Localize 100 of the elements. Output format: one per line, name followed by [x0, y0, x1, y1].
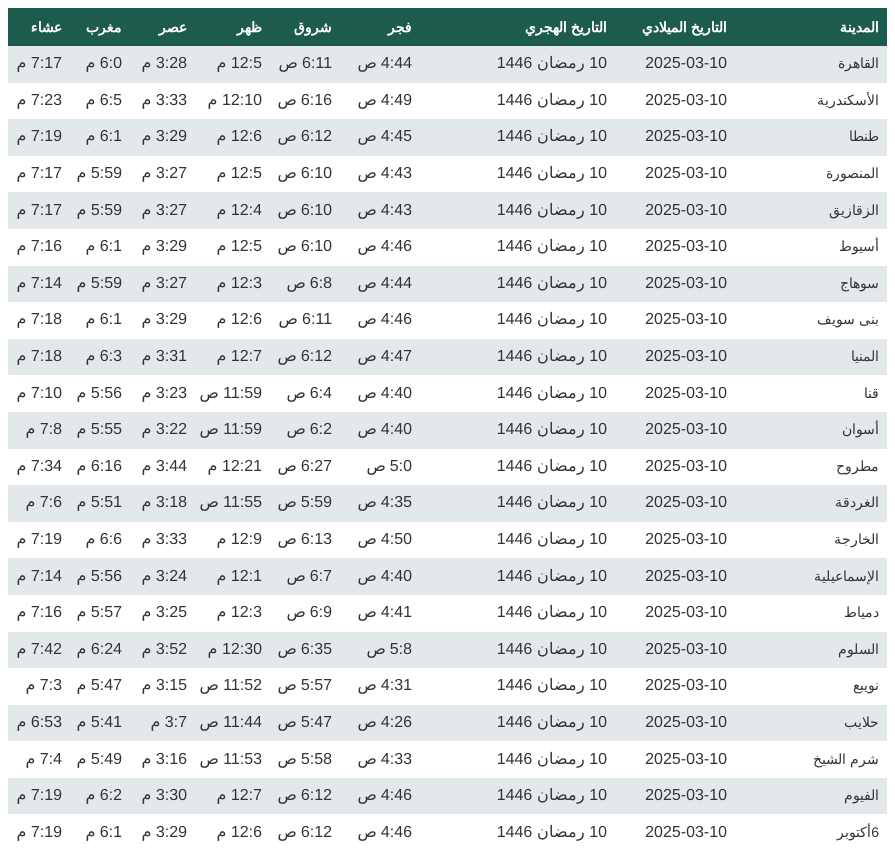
- gregorian-date-cell: 2025-03-10: [645, 274, 727, 292]
- city-cell: بنى سويف: [817, 311, 879, 328]
- time-cell: 4:40 ص: [357, 568, 412, 585]
- time-cell: 6:9 ص: [286, 604, 332, 622]
- time-cell: 12:30 م: [208, 640, 262, 658]
- time-cell: 5:8 ص: [366, 640, 412, 658]
- time-cell: 4:45 ص: [357, 128, 412, 146]
- city-cell: المنصورة: [826, 165, 879, 182]
- time-cell: 3:30 م: [141, 787, 187, 804]
- gregorian-date-cell: 2025-03-10: [645, 604, 727, 622]
- gregorian-date-cell: 2025-03-10: [645, 92, 727, 109]
- city-cell: مطروح: [836, 458, 879, 474]
- city-cell: قنا: [864, 384, 879, 401]
- gregorian-date-cell: 2025-03-10: [645, 202, 727, 219]
- time-cell: 4:43 ص: [357, 165, 412, 182]
- time-cell: 5:59 م: [76, 165, 122, 182]
- city-cell: نويبع: [853, 677, 879, 694]
- city-cell: سوهاج: [840, 274, 879, 291]
- time-cell: 6:12 ص: [277, 128, 332, 146]
- column-header: عشاء: [8, 8, 70, 46]
- time-cell: 12:6 م: [216, 311, 262, 328]
- hijri-date-cell: 10 رمضان 1446: [496, 384, 607, 402]
- time-cell: 4:43 ص: [357, 202, 412, 219]
- time-cell: 11:52 ص: [200, 677, 262, 694]
- time-cell: 5:0 ص: [366, 458, 412, 475]
- time-cell: 7:18 م: [16, 311, 62, 328]
- hijri-date-cell: 10 رمضان 1446: [496, 165, 607, 182]
- time-cell: 5:56 م: [76, 568, 122, 585]
- time-cell: 3:29 م: [141, 128, 187, 146]
- time-cell: 6:16 ص: [277, 92, 332, 109]
- gregorian-date-cell: 2025-03-10: [645, 677, 727, 694]
- time-cell: 3:16 م: [141, 750, 187, 768]
- gregorian-date-cell: 2025-03-10: [645, 494, 727, 512]
- time-cell: 3:25 م: [141, 604, 187, 622]
- time-cell: 5:59 م: [76, 202, 122, 219]
- time-cell: 12:6 م: [216, 824, 262, 841]
- time-cell: 3:28 م: [141, 55, 187, 72]
- time-cell: 5:57 ص: [277, 677, 332, 694]
- column-header: التاريخ الهجري: [420, 8, 615, 46]
- time-cell: 12:4 م: [216, 202, 262, 219]
- time-cell: 4:46 ص: [357, 787, 412, 804]
- city-cell: المنيا: [851, 348, 879, 364]
- time-cell: 12:5 م: [216, 165, 262, 182]
- time-cell: 3:33 م: [141, 92, 187, 109]
- time-cell: 6:10 ص: [277, 238, 332, 256]
- time-cell: 5:47 م: [76, 677, 122, 694]
- hijri-date-cell: 10 رمضان 1446: [496, 494, 607, 512]
- time-cell: 6:35 ص: [277, 640, 332, 658]
- column-header: المدينة: [735, 8, 887, 46]
- city-cell: الإسماعيلية: [814, 568, 879, 584]
- hijri-date-cell: 10 رمضان 1446: [496, 568, 607, 585]
- time-cell: 11:59 ص: [200, 421, 262, 438]
- city-cell: الخارجة: [834, 531, 879, 548]
- time-cell: 4:46 ص: [357, 238, 412, 256]
- time-cell: 7:16 م: [16, 604, 62, 622]
- hijri-date-cell: 10 رمضان 1446: [496, 348, 607, 366]
- time-cell: 6:1 م: [85, 824, 122, 841]
- hijri-date-cell: 10 رمضان 1446: [496, 238, 607, 256]
- time-cell: 7:23 م: [16, 92, 62, 109]
- gregorian-date-cell: 2025-03-10: [645, 311, 727, 328]
- time-cell: 12:3 م: [216, 604, 262, 622]
- time-cell: 11:53 ص: [200, 750, 262, 768]
- time-cell: 6:12 ص: [277, 787, 332, 804]
- city-cell: القاهرة: [838, 55, 879, 72]
- time-cell: 4:46 ص: [357, 824, 412, 841]
- column-header: مغرب: [70, 8, 130, 46]
- gregorian-date-cell: 2025-03-10: [645, 787, 727, 804]
- time-cell: 7:19 م: [16, 531, 62, 548]
- time-cell: 7:19 م: [16, 787, 62, 804]
- column-header: شروق: [270, 8, 340, 46]
- time-cell: 3:7 م: [150, 714, 187, 731]
- time-cell: 4:41 ص: [357, 604, 412, 622]
- time-cell: 12:1 م: [216, 568, 262, 585]
- time-cell: 3:44 م: [141, 458, 187, 475]
- hijri-date-cell: 10 رمضان 1446: [496, 202, 607, 219]
- city-cell: طنطا: [849, 128, 879, 144]
- hijri-date-cell: 10 رمضان 1446: [496, 604, 607, 622]
- time-cell: 5:57 م: [76, 604, 122, 622]
- time-cell: 4:33 ص: [357, 750, 412, 768]
- city-cell: الفيوم: [844, 787, 879, 804]
- time-cell: 6:4 ص: [286, 384, 332, 402]
- city-cell: 6أكتوبر: [837, 824, 879, 840]
- time-cell: 5:59 ص: [277, 494, 332, 512]
- hijri-date-cell: 10 رمضان 1446: [496, 421, 607, 438]
- time-cell: 4:44 ص: [357, 274, 412, 292]
- time-cell: 6:2 م: [85, 787, 122, 804]
- time-cell: 7:17 م: [16, 202, 62, 219]
- hijri-date-cell: 10 رمضان 1446: [496, 640, 607, 658]
- hijri-date-cell: 10 رمضان 1446: [496, 677, 607, 694]
- column-header: فجر: [340, 8, 420, 46]
- time-cell: 7:14 م: [16, 274, 62, 292]
- gregorian-date-cell: 2025-03-10: [645, 128, 727, 146]
- time-cell: 4:40 ص: [357, 421, 412, 438]
- time-cell: 6:13 ص: [277, 531, 332, 548]
- time-cell: 12:10 م: [208, 92, 262, 109]
- time-cell: 11:55 ص: [200, 494, 262, 512]
- time-cell: 11:44 ص: [200, 714, 262, 731]
- time-cell: 4:46 ص: [357, 311, 412, 328]
- time-cell: 6:1 م: [85, 128, 122, 146]
- time-cell: 5:58 ص: [277, 750, 332, 768]
